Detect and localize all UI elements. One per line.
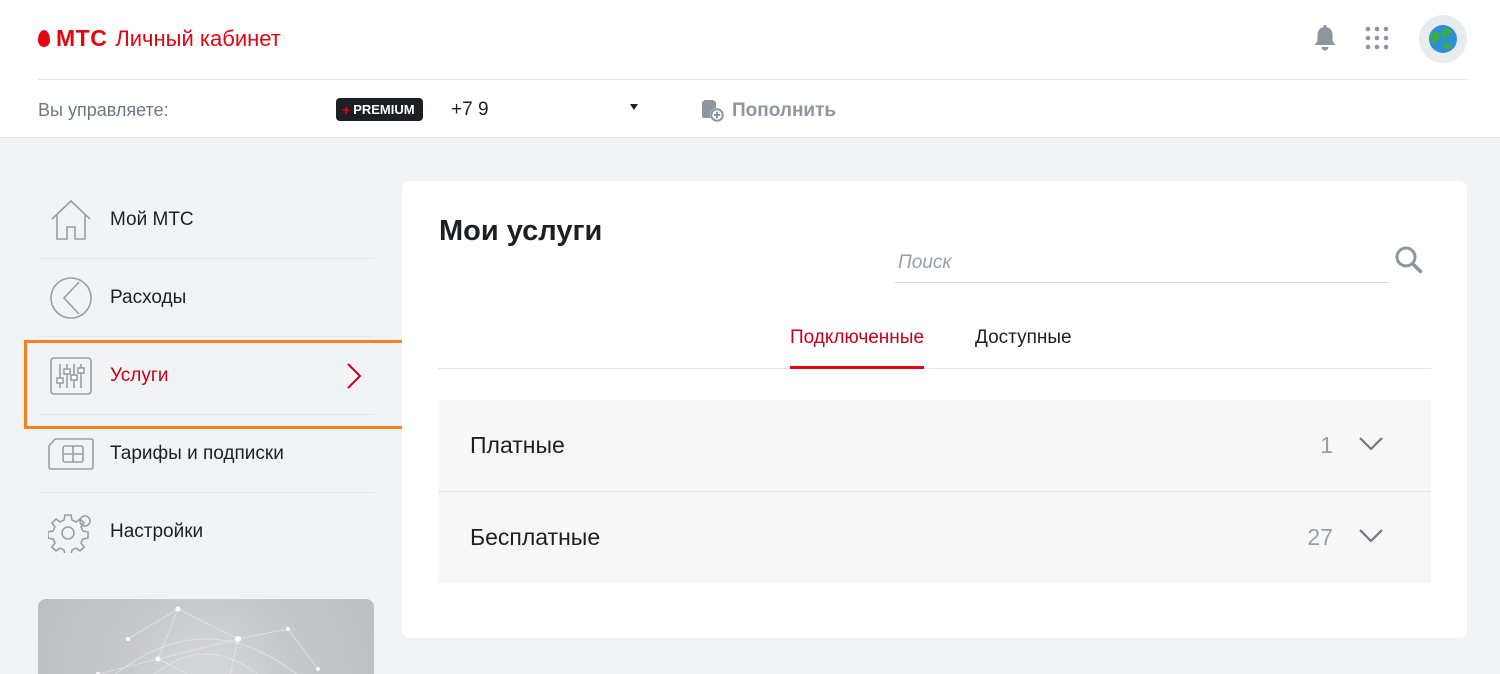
- paid-services-group[interactable]: Платные 1: [438, 400, 1431, 491]
- brand-name: МТС: [56, 25, 108, 51]
- free-services-group[interactable]: Бесплатные 27: [438, 492, 1431, 583]
- globe-icon: [1429, 25, 1457, 53]
- network-globe-icon: [96, 606, 320, 674]
- sidebar-item-label: Тарифы и подписки: [110, 442, 284, 464]
- premium-plus-icon: +: [342, 101, 351, 118]
- premium-badge-label: PREMIUM: [353, 102, 415, 117]
- top-bar: МТС Личный кабинет Вы управляете: + PREM…: [0, 0, 1500, 138]
- manage-label: Вы управляете:: [38, 100, 169, 120]
- search-input[interactable]: [895, 243, 1389, 283]
- sidebar-item-expenses[interactable]: Расходы: [38, 259, 374, 337]
- highlight-frame: [24, 340, 417, 429]
- header-divider: [38, 79, 1467, 80]
- phone-number-selector[interactable]: +7 9: [451, 99, 489, 121]
- sidebar-item-settings[interactable]: Настройки: [38, 493, 374, 571]
- home-icon: [46, 195, 96, 245]
- sidebar-item-label: Настройки: [110, 521, 204, 542]
- mts-egg-icon: [38, 30, 50, 47]
- premium-badge: + PREMIUM: [336, 98, 423, 121]
- chevron-down-icon: [1359, 529, 1383, 543]
- topup-button[interactable]: Пополнить: [701, 99, 836, 123]
- search-icon[interactable]: [1394, 245, 1424, 275]
- promo-banner[interactable]: [38, 599, 374, 674]
- caret-down-icon[interactable]: [630, 104, 638, 110]
- chevron-down-icon: [1359, 437, 1383, 451]
- gear-icon: [46, 507, 96, 557]
- pie-chart-icon: [46, 273, 96, 323]
- mts-logo[interactable]: МТС Личный кабинет: [38, 25, 281, 52]
- group-label: Платные: [470, 432, 565, 458]
- sim-card-icon: [46, 429, 96, 479]
- group-count: 27: [1307, 524, 1333, 550]
- tab-connected[interactable]: Подключенные: [790, 327, 925, 369]
- wallet-plus-icon: [702, 100, 724, 122]
- tab-available[interactable]: Доступные: [975, 327, 1072, 366]
- avatar[interactable]: [1419, 15, 1467, 63]
- sidebar-item-label: Мой МТС: [110, 208, 194, 230]
- cabinet-title: Личный кабинет: [115, 25, 281, 51]
- apps-grid-icon[interactable]: [1365, 26, 1389, 50]
- page-title: Мои услуги: [439, 215, 603, 247]
- group-label: Бесплатные: [470, 524, 601, 550]
- sidebar-item-label: Расходы: [110, 286, 187, 308]
- sidebar-item-my-mts[interactable]: Мой МТС: [38, 181, 374, 259]
- topup-label: Пополнить: [732, 100, 837, 121]
- bell-icon[interactable]: [1312, 24, 1338, 52]
- group-count: 1: [1320, 432, 1333, 458]
- services-tabs: Подключенные Доступные: [438, 320, 1431, 369]
